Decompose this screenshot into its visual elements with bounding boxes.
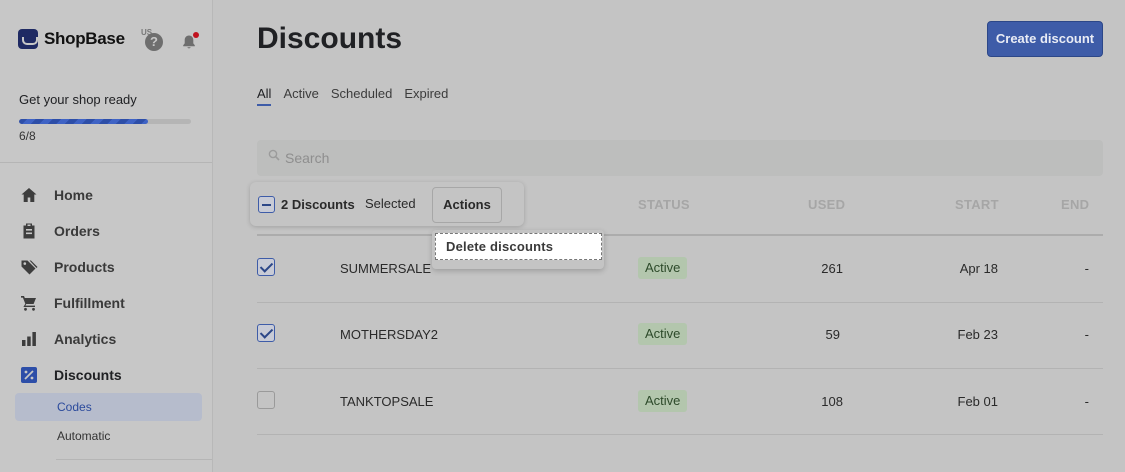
bulk-action-bar: 2 Discounts Selected Actions (250, 182, 524, 226)
sidebar-item-discounts[interactable]: Discounts (0, 357, 212, 393)
home-icon (20, 186, 38, 204)
status-badge: Active (638, 390, 688, 412)
start-date: Feb 23 (957, 327, 998, 342)
percent-icon (20, 366, 38, 384)
search-placeholder: Search (285, 150, 330, 166)
tag-icon (20, 258, 38, 276)
end-date: - (1084, 261, 1089, 276)
used-count: 59 (825, 327, 840, 342)
row-checkbox[interactable] (257, 324, 275, 342)
search-icon (268, 149, 280, 161)
actions-button[interactable]: Actions (432, 187, 502, 223)
used-count: 108 (821, 394, 843, 409)
sidebar-subitem-automatic[interactable]: Automatic (15, 422, 202, 450)
sidebar-item-label: Home (54, 187, 93, 203)
table-header-divider (257, 234, 1103, 236)
select-all-checkbox[interactable] (258, 196, 275, 213)
end-date: - (1084, 394, 1089, 409)
column-header-end[interactable]: END (1061, 197, 1089, 212)
sidebar-item-label: Fulfillment (54, 295, 125, 311)
filter-tabs: All Active Scheduled Expired (257, 86, 460, 106)
search-input[interactable]: Search (257, 140, 1103, 176)
tab-all[interactable]: All (257, 86, 272, 106)
discount-code[interactable]: MOTHERSDAY2 (340, 327, 438, 342)
tab-expired[interactable]: Expired (404, 86, 448, 106)
cart-icon (20, 294, 38, 312)
status-badge: Active (638, 323, 688, 345)
help-icon[interactable]: ? (145, 33, 163, 51)
sidebar-item-products[interactable]: Products (0, 249, 212, 285)
page-title: Discounts (257, 22, 403, 55)
bar-chart-icon (20, 330, 38, 348)
create-discount-button[interactable]: Create discount (987, 21, 1103, 57)
row-divider (257, 368, 1103, 369)
sidebar-item-label: Orders (54, 223, 100, 239)
sidebar-divider (0, 162, 212, 163)
status-badge: Active (638, 257, 688, 279)
brand[interactable]: ShopBase US (18, 28, 152, 49)
end-date: - (1084, 327, 1089, 342)
selected-label: Selected (365, 196, 416, 211)
sidebar-item-label: Products (54, 259, 115, 275)
row-divider (257, 302, 1103, 303)
sidebar: ShopBase US ? Get your shop ready 6/8 Ho… (0, 0, 213, 472)
onboarding-title[interactable]: Get your shop ready (19, 92, 137, 107)
discount-code[interactable]: TANKTOPSALE (340, 394, 433, 409)
start-date: Apr 18 (959, 261, 998, 276)
onboarding-progress-fill (19, 119, 148, 124)
sidebar-item-orders[interactable]: Orders (0, 213, 212, 249)
delete-discounts-menu-item[interactable]: Delete discounts (435, 233, 602, 260)
clipboard-icon (20, 222, 38, 240)
onboarding-progress-bar (19, 119, 191, 124)
sidebar-item-home[interactable]: Home (0, 177, 212, 213)
row-divider (257, 434, 1103, 435)
column-header-start[interactable]: START (955, 197, 999, 212)
sidebar-item-label: Discounts (54, 367, 122, 383)
sidebar-item-label: Analytics (54, 331, 117, 347)
row-checkbox[interactable] (257, 258, 275, 276)
tab-scheduled[interactable]: Scheduled (331, 86, 392, 106)
sidebar-divider (56, 459, 212, 460)
column-header-status[interactable]: STATUS (638, 197, 690, 212)
sidebar-item-analytics[interactable]: Analytics (0, 321, 212, 357)
tab-active[interactable]: Active (283, 86, 318, 106)
actions-dropdown: Delete discounts (432, 230, 604, 269)
notification-dot (193, 32, 199, 38)
onboarding-progress-text: 6/8 (19, 129, 36, 143)
discount-code[interactable]: SUMMERSALE (340, 261, 431, 276)
sidebar-nav: Home Orders Products Fulfillment Analyti… (0, 177, 212, 393)
start-date: Feb 01 (957, 394, 998, 409)
selected-count: 2 Discounts (281, 197, 355, 212)
sidebar-subitem-codes[interactable]: Codes (15, 393, 202, 421)
column-header-used[interactable]: USED (808, 197, 845, 212)
row-checkbox[interactable] (257, 391, 275, 409)
shopbase-logo-icon (18, 29, 38, 49)
brand-name: ShopBase (44, 29, 125, 48)
sidebar-item-fulfillment[interactable]: Fulfillment (0, 285, 212, 321)
used-count: 261 (821, 261, 843, 276)
